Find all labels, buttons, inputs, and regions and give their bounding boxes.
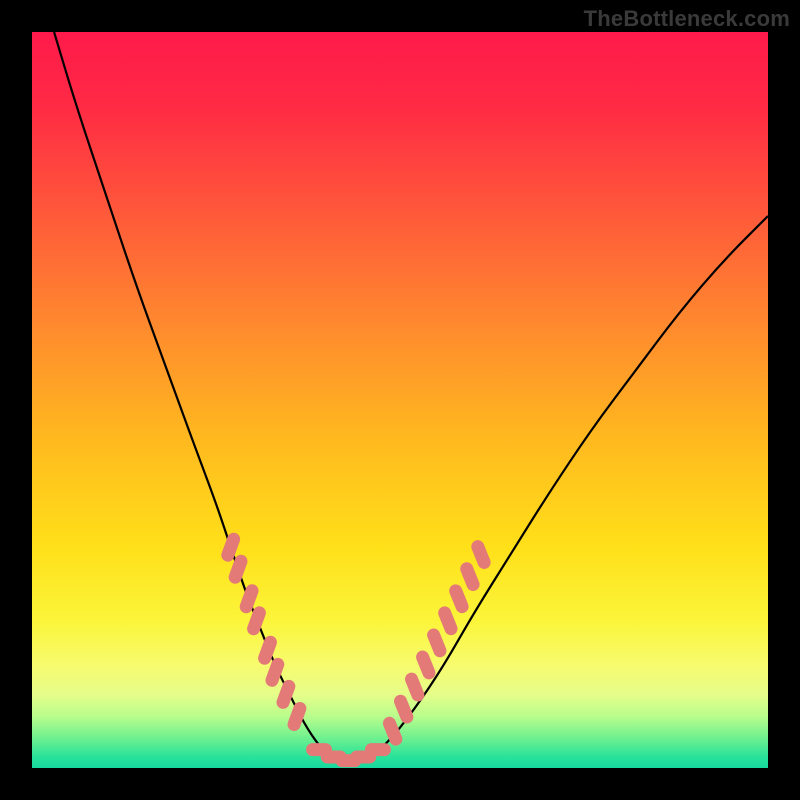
plot-area bbox=[32, 32, 768, 768]
data-marker bbox=[286, 700, 308, 733]
data-marker bbox=[458, 560, 481, 593]
data-marker bbox=[365, 743, 391, 756]
watermark-text: TheBottleneck.com bbox=[584, 6, 790, 32]
data-marker bbox=[436, 604, 459, 637]
data-marker bbox=[381, 715, 404, 748]
data-marker bbox=[403, 671, 426, 704]
chart-container: { "watermark": "TheBottleneck.com", "col… bbox=[0, 0, 800, 800]
bottleneck-curve bbox=[32, 32, 768, 768]
data-marker bbox=[414, 649, 437, 682]
data-marker bbox=[447, 582, 470, 615]
data-marker bbox=[425, 627, 448, 660]
data-marker bbox=[392, 693, 415, 726]
data-marker bbox=[275, 678, 297, 711]
data-marker bbox=[469, 538, 492, 571]
